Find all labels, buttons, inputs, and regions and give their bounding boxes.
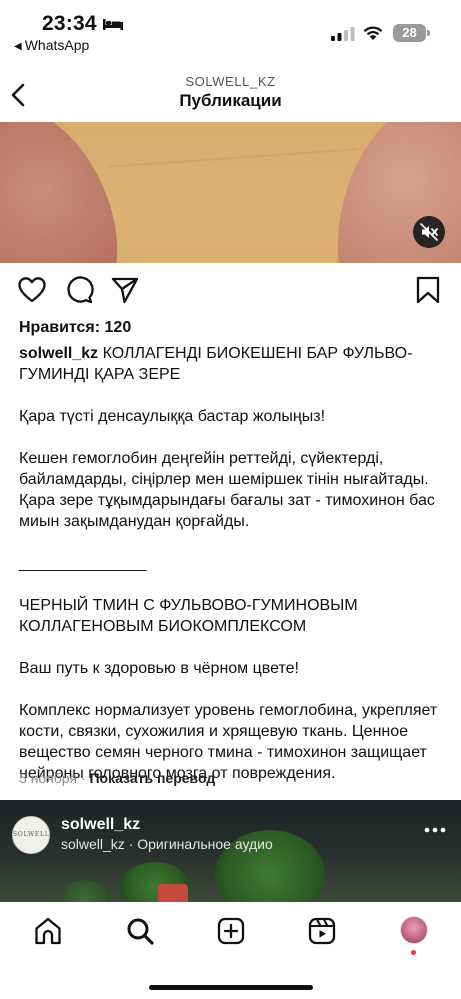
wifi-icon bbox=[363, 26, 383, 40]
back-triangle-icon: ◀ bbox=[14, 41, 22, 52]
header-username: SOLWELL_KZ bbox=[185, 74, 276, 89]
post-meta: 5 ноября · Показать перевод bbox=[19, 770, 215, 786]
video-shade bbox=[108, 148, 358, 168]
muted-speaker-icon[interactable] bbox=[413, 216, 445, 248]
avatar[interactable]: SOLWELL bbox=[12, 816, 50, 854]
share-icon[interactable] bbox=[110, 275, 140, 305]
post-actions bbox=[0, 275, 461, 309]
comment-icon[interactable] bbox=[64, 275, 94, 305]
home-indicator[interactable] bbox=[149, 985, 313, 990]
post-video[interactable] bbox=[0, 122, 461, 263]
heart-icon[interactable] bbox=[17, 275, 47, 305]
reels-icon[interactable] bbox=[307, 916, 337, 946]
notification-dot bbox=[411, 950, 416, 955]
caption-divider: ________________ bbox=[19, 555, 146, 572]
bookmark-icon[interactable] bbox=[413, 275, 443, 305]
next-post-audio[interactable]: solwell_kz · Оригинальное аудио bbox=[61, 836, 273, 852]
meta-separator: · bbox=[80, 770, 86, 786]
back-to-app-link[interactable]: ◀ WhatsApp bbox=[14, 37, 89, 53]
search-icon[interactable] bbox=[125, 916, 155, 946]
next-post-username[interactable]: solwell_kz bbox=[61, 816, 140, 834]
caption-username[interactable]: solwell_kz bbox=[19, 345, 98, 362]
sleep-focus-icon bbox=[103, 19, 123, 30]
caption-paragraph: Ваш путь к здоровью в чёрном цвете! bbox=[19, 660, 299, 677]
likes-count[interactable]: Нравится: 120 bbox=[19, 319, 131, 337]
page-header: SOLWELL_KZ Публикации bbox=[0, 70, 461, 120]
cellular-signal-icon bbox=[331, 27, 355, 41]
red-pot-image bbox=[158, 884, 188, 902]
translate-link[interactable]: Показать перевод bbox=[89, 770, 215, 786]
caption-first-line: solwell_kz КОЛЛАГЕНДІ БИОКЕШЕНІ БАР ФУЛЬ… bbox=[19, 343, 449, 385]
video-hand-left bbox=[0, 122, 142, 263]
home-icon[interactable] bbox=[33, 916, 63, 946]
caption-title-ru: ЧЕРНЫЙ ТМИН С ФУЛЬВОВО-ГУМИНОВЫМ КОЛЛАГЕ… bbox=[19, 597, 358, 635]
battery-indicator: 28 bbox=[393, 24, 426, 42]
more-options-icon[interactable] bbox=[424, 825, 446, 835]
post-date: 5 ноября bbox=[19, 770, 78, 786]
back-app-label: WhatsApp bbox=[24, 37, 90, 53]
post-caption: solwell_kz КОЛЛАГЕНДІ БИОКЕШЕНІ БАР ФУЛЬ… bbox=[19, 343, 449, 784]
profile-avatar[interactable] bbox=[400, 916, 428, 944]
battery-nub bbox=[427, 30, 430, 36]
status-time: 23:34 bbox=[42, 12, 97, 35]
status-bar: 23:34 ◀ WhatsApp 28 bbox=[0, 0, 461, 58]
caption-paragraph: Кешен гемоглобин деңгейін реттейді, сүйе… bbox=[19, 450, 435, 530]
caption-paragraph: Қара түсті денсаулыққа бастар жолыңыз! bbox=[19, 408, 326, 425]
plant-image bbox=[60, 880, 110, 902]
create-icon[interactable] bbox=[216, 916, 246, 946]
page-title: Публикации bbox=[179, 91, 282, 110]
